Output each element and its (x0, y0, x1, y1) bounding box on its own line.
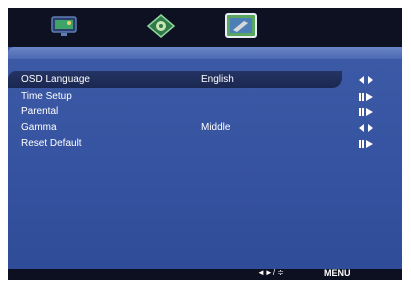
tab-picture[interactable] (47, 11, 83, 41)
category-tab-bar (8, 8, 402, 46)
enter-arrow-icon (359, 93, 373, 101)
menu-item-osd-language[interactable]: OSD Language English (8, 73, 402, 88)
panel-header-strip (8, 47, 402, 59)
enter-arrow-icon (359, 108, 373, 116)
left-right-arrows-icon (359, 124, 373, 132)
left-right-arrows-icon (359, 76, 373, 84)
menu-item-label: Gamma (21, 122, 57, 133)
menu-button-hint[interactable]: MENU (324, 268, 351, 278)
menu-item-time-setup[interactable]: Time Setup (8, 90, 402, 105)
enter-arrow-icon (359, 140, 373, 148)
menu-item-value: Middle (201, 122, 231, 133)
navigation-hint: ◄►/ ≑ (257, 268, 284, 277)
setup-icon (225, 13, 257, 38)
menu-item-gamma[interactable]: Gamma Middle (8, 121, 402, 136)
menu-item-label: Reset Default (21, 138, 82, 149)
menu-item-label: OSD Language (21, 74, 90, 85)
menu-item-label: Parental (21, 106, 59, 117)
tab-setup[interactable] (223, 11, 259, 41)
audio-settings-icon (146, 14, 176, 38)
menu-item-parental[interactable]: Parental (8, 105, 402, 120)
menu-item-value: English (201, 74, 234, 85)
tab-audio[interactable] (143, 11, 179, 41)
picture-icon (51, 16, 77, 36)
menu-item-label: Time Setup (21, 91, 72, 102)
setup-menu-panel: OSD Language English Time Setup Parental (8, 47, 402, 269)
menu-item-reset-default[interactable]: Reset Default (8, 137, 402, 152)
osd-screen: OSD Language English Time Setup Parental (8, 8, 402, 280)
